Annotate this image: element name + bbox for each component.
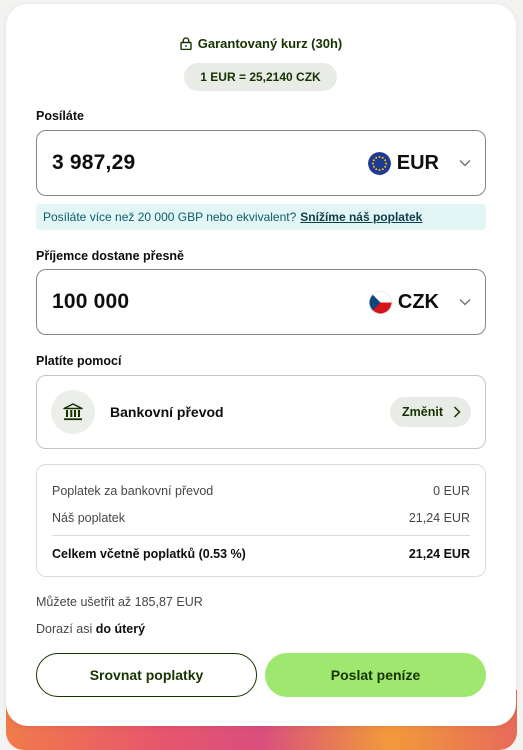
rate-guarantee: Garantovaný kurz (30h)	[6, 36, 516, 51]
guarantee-label: Garantovaný kurz (30h)	[197, 36, 343, 51]
fee-total-value: 21,24 EUR	[408, 546, 470, 561]
receive-currency-selector[interactable]: CZK	[368, 290, 471, 314]
receive-label: Příjemce dostane přesně	[36, 249, 184, 263]
payment-method-name: Bankovní převod	[110, 404, 224, 420]
send-amount-field[interactable]: 3 987,29 EUR	[36, 130, 486, 196]
receive-amount-input[interactable]: 100 000	[52, 290, 369, 314]
chevron-down-icon	[459, 160, 471, 167]
compare-fees-button[interactable]: Srovnat poplatky	[36, 653, 257, 697]
bank-icon	[51, 390, 95, 434]
fee-total-row: Celkem včetně poplatků (0.53 %) 21,24 EU…	[52, 540, 470, 567]
chevron-down-icon	[459, 299, 471, 306]
fee-row: Náš poplatek 21,24 EUR	[52, 504, 470, 531]
fee-row: Poplatek za bankovní převod 0 EUR	[52, 477, 470, 504]
payment-label: Platíte pomocí	[36, 354, 122, 368]
change-payment-button[interactable]: Změnit	[390, 397, 471, 427]
send-label: Posíláte	[36, 109, 84, 123]
send-money-button[interactable]: Poslat peníze	[265, 653, 486, 697]
fee-divider	[52, 535, 470, 536]
chevron-right-icon	[453, 406, 461, 418]
fee-label: Náš poplatek	[52, 510, 125, 525]
receive-amount-field[interactable]: 100 000 CZK	[36, 269, 486, 335]
large-transfer-notice: Posíláte více než 20 000 GBP nebo ekviva…	[36, 204, 486, 230]
lock-icon	[180, 37, 192, 50]
fee-value: 0 EUR	[433, 483, 470, 498]
fee-total-label: Celkem včetně poplatků (0.53 %)	[52, 546, 246, 561]
exchange-rate-badge[interactable]: 1 EUR = 25,2140 CZK	[184, 63, 337, 91]
fee-label: Poplatek za bankovní převod	[52, 483, 214, 498]
arrival-estimate: Dorazí asi do úterý	[36, 622, 145, 636]
fee-breakdown: Poplatek za bankovní převod 0 EUR Náš po…	[36, 464, 486, 577]
eu-flag-icon	[367, 151, 391, 175]
transfer-calculator-card: Garantovaný kurz (30h) 1 EUR = 25,2140 C…	[6, 4, 516, 726]
change-payment-label: Změnit	[402, 405, 443, 419]
payment-method-box[interactable]: Bankovní převod Změnit	[36, 375, 486, 449]
notice-text: Posíláte více než 20 000 GBP nebo ekviva…	[43, 210, 297, 224]
receive-currency-code: CZK	[397, 290, 439, 313]
send-amount-input[interactable]: 3 987,29	[52, 151, 368, 175]
savings-text: Můžete ušetřit až 185,87 EUR	[36, 595, 203, 609]
send-currency-code: EUR	[396, 151, 439, 174]
arrival-prefix: Dorazí asi	[36, 622, 96, 636]
arrival-day: do úterý	[95, 622, 146, 636]
czech-flag-icon	[368, 290, 392, 314]
fee-value: 21,24 EUR	[408, 510, 470, 525]
reduce-fee-link[interactable]: Snížíme náš poplatek	[300, 210, 422, 224]
send-currency-selector[interactable]: EUR	[367, 151, 471, 175]
